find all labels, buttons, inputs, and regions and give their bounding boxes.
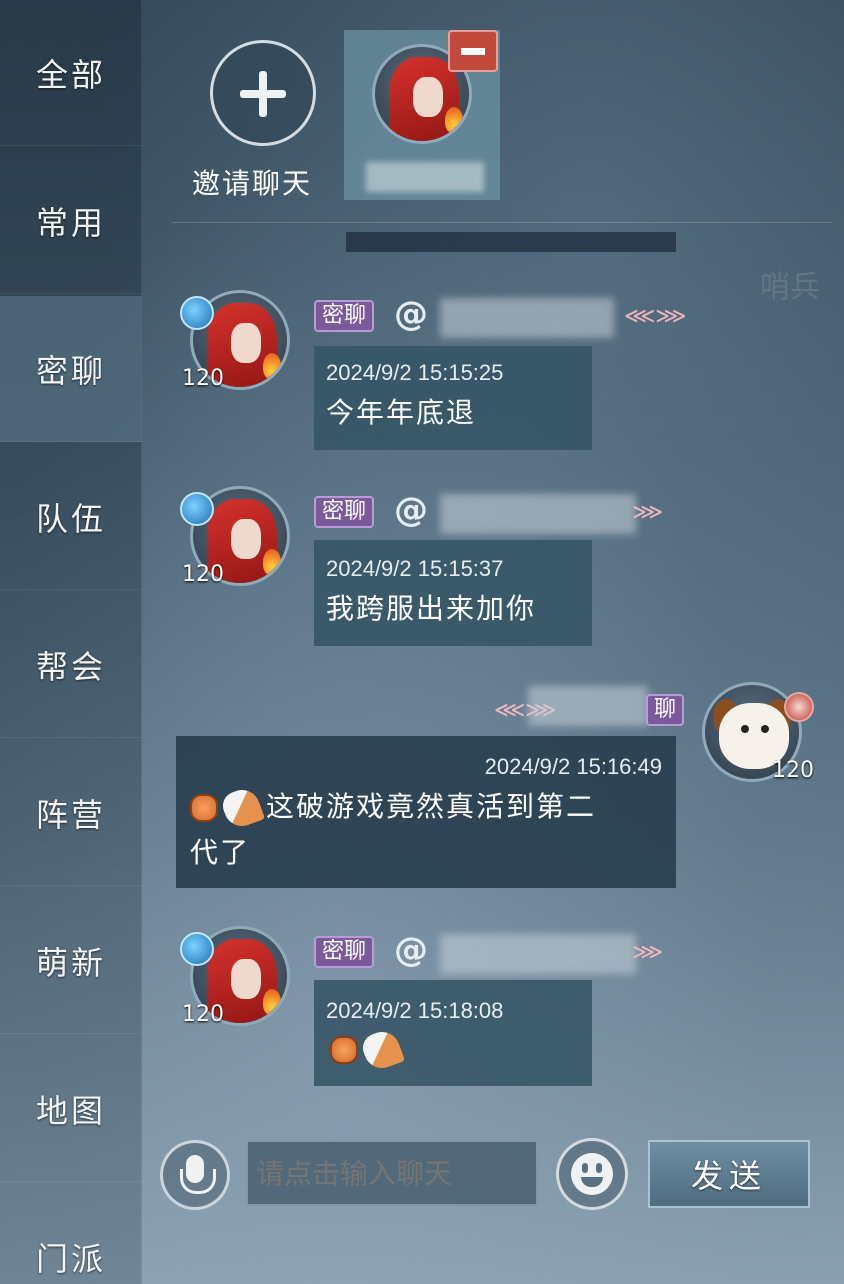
tab-camp[interactable]: 阵营: [0, 740, 142, 886]
tab-private-chat[interactable]: 密聊: [0, 296, 142, 442]
sender-name-redacted: [528, 686, 648, 726]
sender-name-redacted: [440, 298, 614, 338]
tab-team[interactable]: 队伍: [0, 444, 142, 590]
chat-input[interactable]: [246, 1140, 538, 1206]
at-icon[interactable]: @: [394, 930, 428, 970]
scroll-indicator: [346, 232, 676, 252]
wings-icon: ⋙: [632, 940, 664, 965]
angry-face-emoji-icon: [330, 1036, 358, 1064]
level-label: 120: [182, 562, 224, 587]
smile-icon: [571, 1153, 613, 1195]
faction-badge-icon: [180, 932, 214, 966]
private-chat-tag: 密聊: [314, 300, 375, 332]
sender-name-redacted: [440, 494, 636, 534]
tab-guild[interactable]: 帮会: [0, 592, 142, 738]
faction-badge-icon: [180, 296, 214, 330]
wings-icon: ⋙: [632, 500, 664, 525]
message-emojis: [330, 1026, 406, 1074]
sender-name-redacted: [440, 934, 636, 974]
angry-face-emoji-icon: [190, 794, 218, 822]
tab-sect[interactable]: 门派: [0, 1184, 142, 1284]
message-text: 今年年底退: [326, 396, 477, 429]
message-bubble[interactable]: 2024/9/2 15:16:49 这破游戏竟然真活到第二 代了: [176, 736, 676, 888]
at-icon[interactable]: @: [394, 294, 428, 334]
message-text: 这破游戏竟然真活到第二: [266, 790, 597, 823]
message-timestamp: 2024/9/2 15:16:49: [484, 754, 662, 779]
level-label: 120: [772, 758, 814, 783]
message-text: 我跨服出来加你: [326, 592, 537, 625]
message-text-line2: 代了: [190, 836, 251, 869]
message-text-line1: 这破游戏竟然真活到第二: [190, 784, 597, 832]
ice-cream-emoji-icon: [358, 1026, 406, 1074]
message-bubble[interactable]: 2024/9/2 15:15:25 今年年底退: [314, 346, 592, 450]
private-chat-tag: 密聊: [314, 936, 375, 968]
message-bubble[interactable]: 2024/9/2 15:15:37 我跨服出来加你: [314, 540, 592, 646]
channel-sidebar: 全部 常用 密聊 队伍 帮会 阵营 萌新 地图 门派: [0, 0, 142, 1284]
member-name-redacted: [366, 162, 484, 192]
divider: [172, 222, 832, 223]
message-bubble[interactable]: 2024/9/2 15:18:08: [314, 980, 592, 1086]
emoji-button[interactable]: [556, 1138, 628, 1210]
send-button[interactable]: 发送: [648, 1140, 810, 1208]
faction-badge-icon: [180, 492, 214, 526]
message-timestamp: 2024/9/2 15:15:37: [326, 556, 504, 581]
at-icon[interactable]: @: [394, 490, 428, 530]
badge-icon: [784, 692, 814, 722]
invite-chat-button[interactable]: [210, 40, 316, 146]
tab-all[interactable]: 全部: [0, 0, 142, 146]
invite-chat-label: 邀请聊天: [192, 167, 313, 200]
level-label: 120: [182, 366, 224, 391]
ice-cream-emoji-icon: [218, 784, 266, 832]
message-timestamp: 2024/9/2 15:18:08: [326, 998, 504, 1023]
tab-newbie[interactable]: 萌新: [0, 888, 142, 1034]
message-timestamp: 2024/9/2 15:15:25: [326, 360, 504, 385]
tab-map[interactable]: 地图: [0, 1036, 142, 1182]
voice-input-button[interactable]: [160, 1140, 230, 1210]
background-scenery: 哨兵: [760, 270, 820, 305]
level-label: 120: [182, 1002, 224, 1027]
wings-icon: ⋘⋙: [624, 304, 687, 329]
private-chat-tag: 聊: [646, 694, 685, 726]
tab-frequent[interactable]: 常用: [0, 148, 142, 294]
private-chat-tag: 密聊: [314, 496, 375, 528]
remove-member-button[interactable]: [448, 30, 498, 72]
